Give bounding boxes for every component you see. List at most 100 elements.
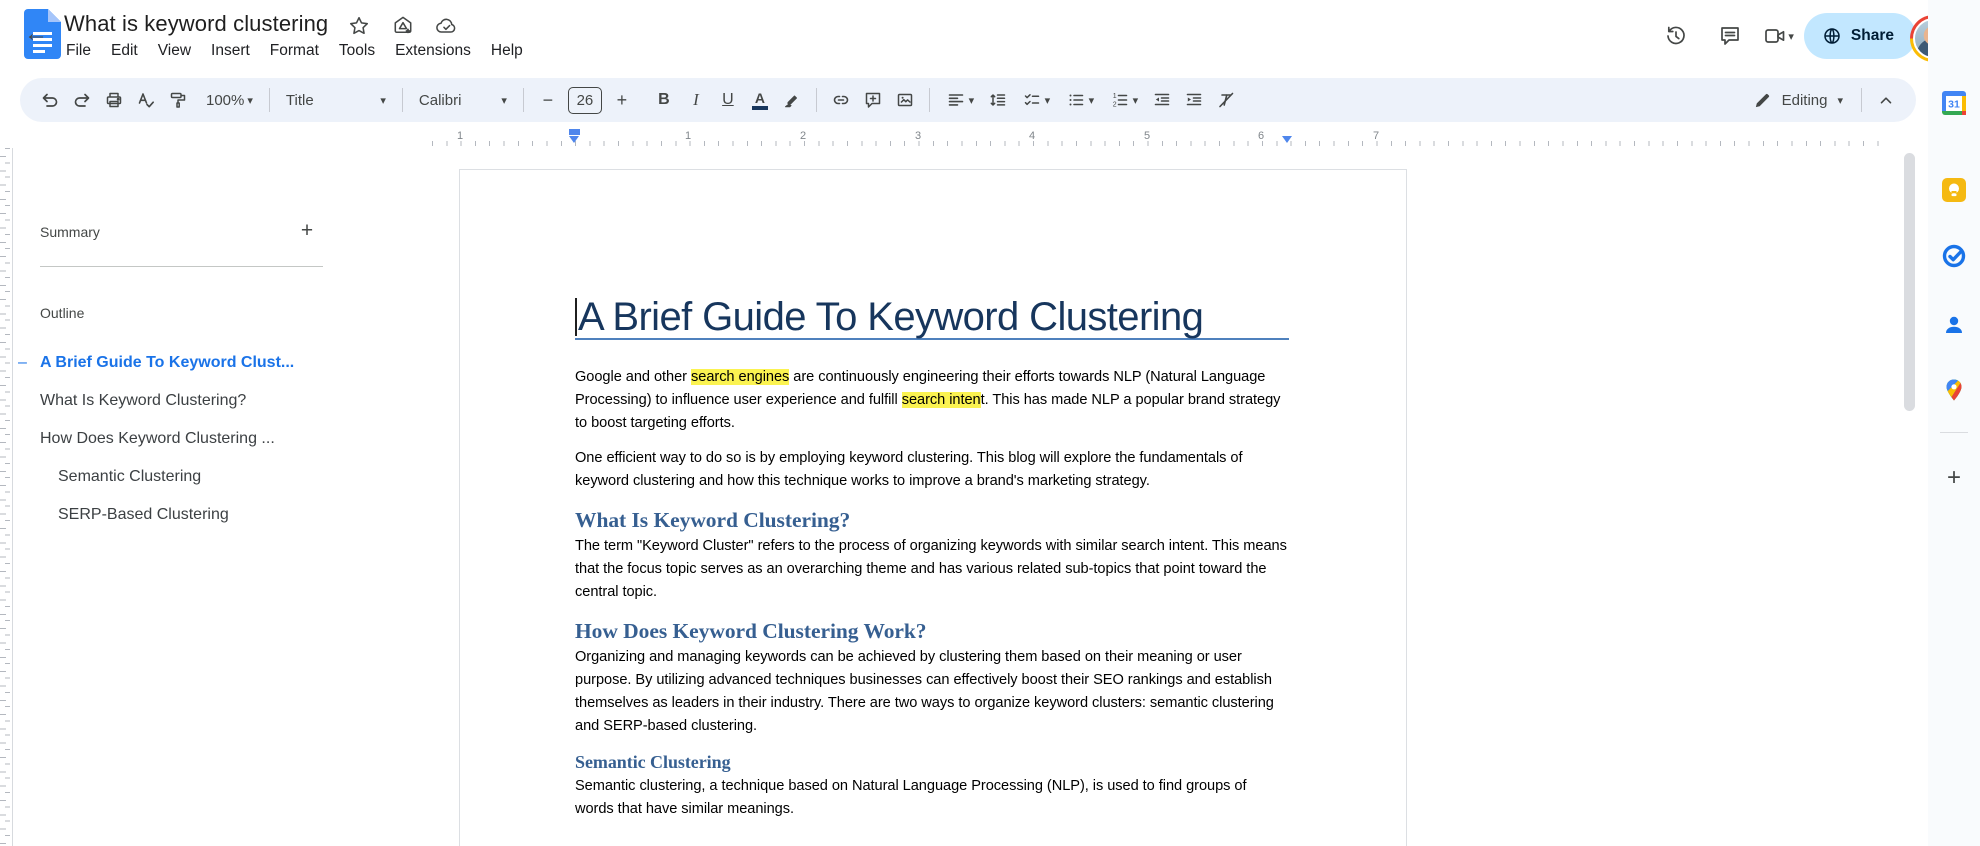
indent-increase-button[interactable]: [1178, 84, 1210, 116]
doc-heading-2: How Does Keyword Clustering Work?: [575, 619, 927, 643]
tasks-icon[interactable]: [1941, 243, 1967, 269]
bullet-list-button[interactable]: ▾: [1058, 84, 1102, 116]
underline-button[interactable]: U: [712, 84, 744, 116]
outline-item-5[interactable]: SERP-Based Clustering: [14, 498, 334, 532]
doc-paragraph: Semantic clustering, a technique based o…: [575, 778, 1247, 817]
checklist-button[interactable]: ▾: [1014, 84, 1058, 116]
line-spacing-button[interactable]: [982, 84, 1014, 116]
menu-tools[interactable]: Tools: [329, 39, 385, 63]
font-size-input[interactable]: 26: [567, 86, 602, 114]
zoom-value: 100%: [206, 91, 245, 109]
maps-icon[interactable]: [1941, 377, 1967, 403]
ruler-label: 1: [684, 130, 692, 142]
toolbar: 100% ▾ Title ▾ Calibri ▾ − 26 + B I U A: [20, 78, 1916, 122]
editing-mode-select[interactable]: Editing ▾: [1743, 83, 1853, 117]
align-button[interactable]: ▾: [938, 84, 982, 116]
pencil-icon: [1755, 93, 1769, 107]
contacts-icon[interactable]: [1941, 312, 1967, 338]
indent-increase-icon: [1186, 93, 1202, 106]
document-title-input[interactable]: What is keyword clustering: [64, 11, 328, 37]
numbered-list-caret-icon: ▾: [1132, 94, 1139, 107]
outline-item-3[interactable]: How Does Keyword Clustering ...: [14, 422, 334, 456]
font-size-decrease-button[interactable]: −: [532, 84, 564, 116]
font-select[interactable]: Calibri ▾: [411, 84, 515, 116]
indent-decrease-icon: [1154, 93, 1170, 106]
share-label: Share: [1850, 27, 1894, 44]
video-call-button[interactable]: ▾: [1762, 24, 1794, 48]
comments-icon: [1721, 27, 1740, 45]
font-caret-icon: ▾: [501, 94, 507, 107]
highlight-color-button[interactable]: [776, 84, 808, 116]
undo-button[interactable]: [34, 84, 66, 116]
ruler-label: 2: [799, 130, 807, 142]
spellcheck-button[interactable]: [130, 84, 162, 116]
ruler-label: 6: [1257, 130, 1265, 142]
numbered-list-button[interactable]: 12 ▾: [1102, 84, 1146, 116]
checklist-caret-icon: ▾: [1044, 94, 1051, 107]
comments-button[interactable]: [1708, 14, 1752, 58]
outline-item-4[interactable]: Semantic Clustering: [14, 460, 334, 494]
add-comment-button[interactable]: [857, 84, 889, 116]
font-size-increase-button[interactable]: +: [606, 84, 638, 116]
status-cloud-icon[interactable]: [434, 13, 460, 39]
doc-heading-1: What Is Keyword Clustering?: [575, 508, 851, 532]
zoom-select[interactable]: 100% ▾: [198, 84, 261, 116]
svg-text:2: 2: [1112, 102, 1116, 109]
insert-image-button[interactable]: [889, 84, 921, 116]
indent-decrease-button[interactable]: [1146, 84, 1178, 116]
menu-view[interactable]: View: [148, 39, 201, 63]
document-page[interactable]: A Brief Guide To Keyword Clustering Goog…: [460, 170, 1406, 846]
version-history-button[interactable]: [1654, 14, 1698, 58]
mode-caret-icon: ▾: [1837, 94, 1843, 107]
star-icon[interactable]: [346, 13, 372, 39]
menu-extensions[interactable]: Extensions: [385, 39, 481, 63]
doc-title-heading: A Brief Guide To Keyword Clustering: [575, 296, 1289, 340]
share-button[interactable]: Share: [1803, 13, 1916, 59]
side-panel-divider: [1940, 432, 1968, 433]
document-content: A Brief Guide To Keyword Clustering Goog…: [460, 170, 1406, 821]
clear-formatting-button[interactable]: [1210, 84, 1242, 116]
menu-help[interactable]: Help: [481, 39, 533, 63]
calendar-icon[interactable]: 31: [1941, 90, 1967, 116]
ruler-label: 7: [1372, 130, 1380, 142]
hide-menus-button[interactable]: [1870, 84, 1902, 116]
outline-item-2[interactable]: What Is Keyword Clustering?: [14, 384, 334, 418]
get-addons-button[interactable]: +: [1938, 462, 1970, 494]
bold-button[interactable]: B: [648, 84, 680, 116]
svg-text:31: 31: [1948, 99, 1960, 111]
italic-button[interactable]: I: [680, 84, 712, 116]
menu-insert[interactable]: Insert: [201, 39, 260, 63]
menu-edit[interactable]: Edit: [101, 39, 148, 63]
paragraph-style-select[interactable]: Title ▾: [278, 84, 394, 116]
outline-item-1[interactable]: – A Brief Guide To Keyword Clust...: [14, 346, 334, 380]
summary-divider: [40, 266, 323, 267]
doc-paragraph: One efficient way to do so is by employi…: [575, 450, 1243, 489]
move-icon[interactable]: [390, 13, 416, 39]
close-outline-button[interactable]: ←: [16, 14, 56, 54]
paint-format-button[interactable]: [162, 84, 194, 116]
style-caret-icon: ▾: [380, 94, 386, 107]
text-color-icon: A: [754, 89, 765, 106]
checklist-icon: [1024, 94, 1039, 106]
menu-file[interactable]: File: [56, 39, 101, 63]
outline-label: Outline: [40, 305, 85, 321]
menu-format[interactable]: Format: [260, 39, 329, 63]
summary-label: Summary: [40, 224, 100, 240]
text-color-button[interactable]: A: [744, 84, 776, 116]
left-indent-marker[interactable]: [569, 129, 580, 143]
vertical-scrollbar[interactable]: [1904, 153, 1915, 411]
align-caret-icon: ▾: [968, 94, 975, 107]
horizontal-ruler: 1 1 2 3 4 5 6 7: [340, 129, 1900, 148]
right-indent-marker[interactable]: [1282, 136, 1292, 143]
ruler-ticks: [432, 141, 1890, 146]
doc-paragraph: Google and other search engines are cont…: [575, 369, 1281, 431]
paragraph-style-value: Title: [285, 91, 314, 109]
editing-mode-value: Editing: [1781, 91, 1828, 109]
add-summary-button[interactable]: +: [292, 216, 322, 246]
collapse-icon: [1880, 97, 1892, 104]
keep-icon[interactable]: [1941, 177, 1967, 203]
bullet-list-icon: [1069, 94, 1083, 106]
print-button[interactable]: [98, 84, 130, 116]
redo-button[interactable]: [66, 84, 98, 116]
insert-link-button[interactable]: [825, 84, 857, 116]
